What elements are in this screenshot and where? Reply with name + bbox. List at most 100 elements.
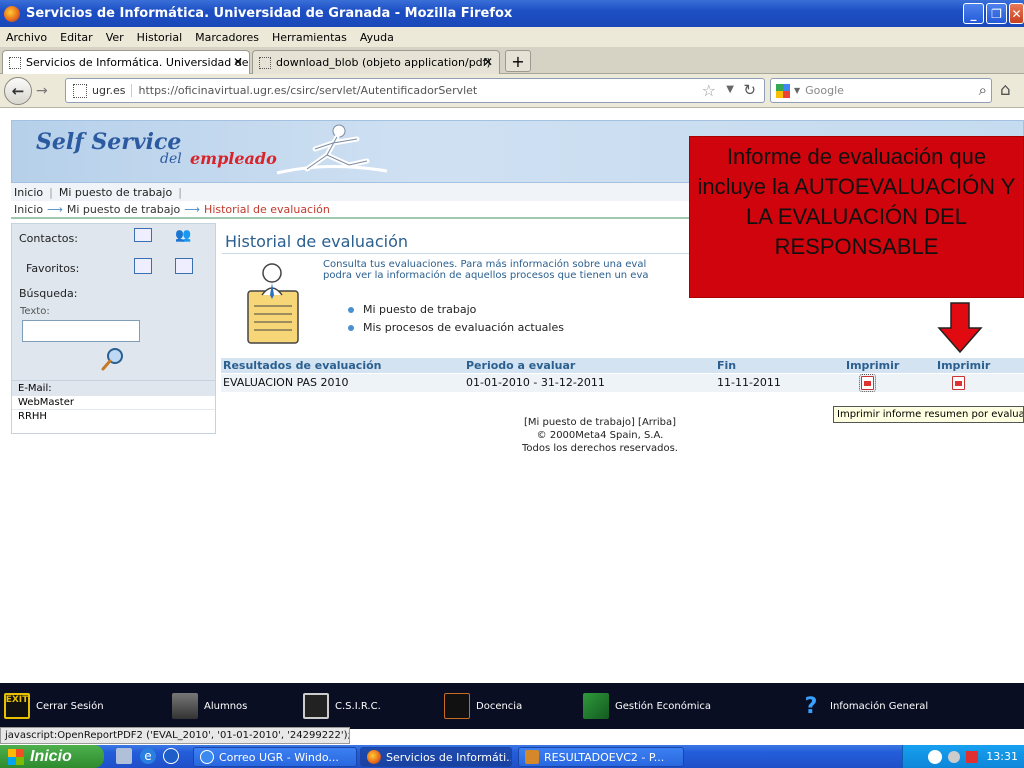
app-docencia[interactable]: Docencia xyxy=(444,693,522,719)
app-csirc[interactable]: C.S.I.R.C. xyxy=(303,693,381,719)
app-gestion-economica[interactable]: Gestión Económica xyxy=(583,693,711,719)
maximize-button[interactable]: ❐ xyxy=(986,3,1007,24)
bullet-link[interactable]: Mis procesos de evaluación actuales xyxy=(363,321,564,334)
bookmark-star-icon[interactable]: ☆ xyxy=(702,81,716,100)
site-identity-icon[interactable] xyxy=(73,83,87,98)
pdf-print-responsable-icon[interactable] xyxy=(952,376,965,390)
favorite-list-icon[interactable] xyxy=(175,258,193,274)
menu-ver[interactable]: Ver xyxy=(106,31,124,44)
reload-icon[interactable]: ↻ xyxy=(743,81,756,99)
link-webmaster[interactable]: WebMaster xyxy=(12,396,215,410)
header-imprimir-2: Imprimir xyxy=(937,359,991,372)
quicklaunch-browser-icon[interactable] xyxy=(163,748,179,764)
app-label[interactable]: Docencia xyxy=(476,701,522,712)
app-alumnos[interactable]: Alumnos xyxy=(172,693,247,719)
tray-volume-icon[interactable] xyxy=(948,750,961,763)
app-label[interactable]: C.S.I.R.C. xyxy=(335,701,381,712)
page-icon xyxy=(9,56,21,69)
app-cerrar-sesion[interactable]: EXIT Cerrar Sesión xyxy=(4,693,104,719)
menu-ayuda[interactable]: Ayuda xyxy=(360,31,394,44)
quicklaunch-desktop-icon[interactable] xyxy=(116,748,132,764)
menu-herramientas[interactable]: Herramientas xyxy=(272,31,347,44)
search-box[interactable]: ▼ Google ⌕ xyxy=(770,78,992,103)
contact-card-icon[interactable] xyxy=(134,228,152,242)
navigation-bar: ← → ugr.es https://oficinavirtual.ugr.es… xyxy=(0,74,1024,108)
tab-servicios[interactable]: Servicios de Informática. Universidad de… xyxy=(2,50,250,74)
cell-resultado: EVALUACION PAS 2010 xyxy=(223,376,349,389)
title-divider xyxy=(222,253,692,254)
search-text-input[interactable] xyxy=(22,320,140,342)
exit-icon: EXIT xyxy=(4,693,30,719)
link-rrhh[interactable]: RRHH xyxy=(12,410,215,423)
start-button[interactable]: Inicio xyxy=(0,745,104,768)
money-icon xyxy=(583,693,609,719)
annotation-callout: Informe de evaluación que incluye la AUT… xyxy=(689,136,1024,298)
task-servicios[interactable]: Servicios de Informáti... xyxy=(360,747,512,767)
page-title: Historial de evaluación xyxy=(225,232,408,251)
search-icon[interactable]: ⌕ xyxy=(979,81,987,99)
forward-button[interactable]: → xyxy=(36,83,48,99)
runner-logo-icon xyxy=(276,124,388,175)
google-icon xyxy=(776,83,790,98)
app-informacion-general[interactable]: ? Infomación General xyxy=(798,693,928,719)
app-label[interactable]: Gestión Económica xyxy=(615,701,711,712)
bullet-mi-puesto[interactable]: Mi puesto de trabajo xyxy=(348,303,476,316)
minimize-button[interactable]: _ xyxy=(963,3,984,24)
brand-del: del xyxy=(160,151,182,167)
home-icon[interactable]: ⌂ xyxy=(1000,80,1011,100)
table-header: Resultados de evaluación Periodo a evalu… xyxy=(221,358,1024,373)
breadcrumb-arrow-icon: ⟶ xyxy=(47,202,63,216)
url-text[interactable]: https://oficinavirtual.ugr.es/csirc/serv… xyxy=(138,84,477,97)
breadcrumb-mi-puesto[interactable]: Mi puesto de trabajo xyxy=(67,203,180,216)
site-domain[interactable]: ugr.es xyxy=(92,84,133,97)
back-button[interactable]: ← xyxy=(4,77,32,105)
page-content: Self Service del empleado Inicio | Mi pu… xyxy=(0,109,1024,683)
tab-bar: Servicios de Informática. Universidad de… xyxy=(0,47,1024,74)
bullet-procesos[interactable]: Mis procesos de evaluación actuales xyxy=(348,321,564,334)
footer-copyright: © 2000Meta4 Spain, S.A. xyxy=(536,430,664,441)
menu-marcadores[interactable]: Marcadores xyxy=(195,31,259,44)
close-tab-icon[interactable]: ✕ xyxy=(483,55,493,69)
firefox-icon xyxy=(367,750,381,764)
topnav-mi-puesto[interactable]: Mi puesto de trabajo xyxy=(59,186,172,199)
clock: 13:31 xyxy=(986,750,1018,763)
engine-dropdown-icon[interactable]: ▼ xyxy=(794,86,800,95)
start-label: Inicio xyxy=(30,747,72,765)
bullet-link[interactable]: Mi puesto de trabajo xyxy=(363,303,476,316)
app-label[interactable]: Infomación General xyxy=(830,701,928,712)
windows-logo-icon xyxy=(8,748,24,765)
breadcrumb: Inicio ⟶ Mi puesto de trabajo ⟶ Historia… xyxy=(11,201,701,219)
task-resultadoevc2[interactable]: RESULTADOEVC2 - P... xyxy=(518,747,684,767)
favorite-add-icon[interactable] xyxy=(134,258,152,274)
teaching-icon xyxy=(444,693,470,719)
pdf-print-icon[interactable] xyxy=(859,374,876,392)
computer-icon xyxy=(303,693,329,719)
app-label[interactable]: Cerrar Sesión xyxy=(36,701,104,712)
tray-pdf-icon[interactable] xyxy=(966,750,979,763)
url-bar[interactable]: ugr.es https://oficinavirtual.ugr.es/csi… xyxy=(65,78,765,103)
breadcrumb-inicio[interactable]: Inicio xyxy=(14,203,43,216)
tab-label: Servicios de Informática. Universidad de… xyxy=(26,56,250,69)
search-icon[interactable] xyxy=(100,346,126,372)
topnav-inicio[interactable]: Inicio xyxy=(14,186,43,199)
contacts-group-icon[interactable]: 👥 xyxy=(175,228,191,243)
window-title-bar: Servicios de Informática. Universidad de… xyxy=(0,0,1024,27)
menu-editar[interactable]: Editar xyxy=(60,31,93,44)
menu-historial[interactable]: Historial xyxy=(137,31,182,44)
new-tab-button[interactable]: + xyxy=(505,50,531,72)
tray-panda-icon[interactable] xyxy=(928,749,943,764)
close-tab-icon[interactable]: ✕ xyxy=(233,55,243,69)
close-button[interactable]: ✕ xyxy=(1009,3,1024,24)
app-shortcut-bar: EXIT Cerrar Sesión Alumnos C.S.I.R.C. Do… xyxy=(0,683,1024,729)
question-icon: ? xyxy=(798,693,824,719)
tab-download-blob[interactable]: download_blob (objeto application/pdf) ✕ xyxy=(252,50,500,74)
task-correo[interactable]: Correo UGR - Windo... xyxy=(193,747,357,767)
menu-archivo[interactable]: Archivo xyxy=(6,31,47,44)
footer-links[interactable]: [Mi puesto de trabajo] [Arriba] xyxy=(450,416,750,429)
cell-periodo: 01-01-2010 - 31-12-2011 xyxy=(466,376,605,389)
task-label: Correo UGR - Windo... xyxy=(219,750,339,764)
app-label[interactable]: Alumnos xyxy=(204,701,247,712)
header-periodo: Periodo a evaluar xyxy=(466,359,576,372)
quicklaunch-ie-icon[interactable]: e xyxy=(140,748,156,764)
dropdown-icon[interactable]: ▼ xyxy=(726,84,734,95)
